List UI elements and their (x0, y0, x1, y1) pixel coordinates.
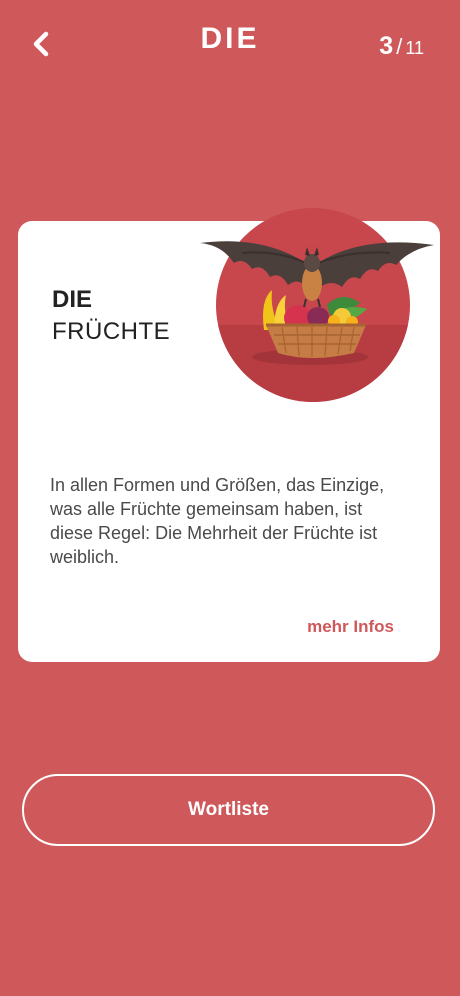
counter-total: 11 (405, 38, 424, 58)
progress-counter: 3/11 (379, 32, 424, 61)
wordlist-button[interactable]: Wortliste (22, 774, 435, 846)
more-info-link[interactable]: mehr Infos (307, 617, 394, 637)
rule-card: DIE FRÜCHTE In allen Formen und Größen, … (18, 208, 440, 662)
counter-current: 3 (379, 32, 394, 60)
noun-label: FRÜCHTE (52, 318, 171, 345)
header: DIE 3/11 (0, 0, 460, 90)
counter-separator: / (396, 34, 403, 59)
rule-description: In allen Formen und Größen, das Einzige,… (50, 475, 385, 567)
bat-fruit-basket-illustration (200, 208, 434, 402)
article-label: DIE (52, 286, 93, 313)
